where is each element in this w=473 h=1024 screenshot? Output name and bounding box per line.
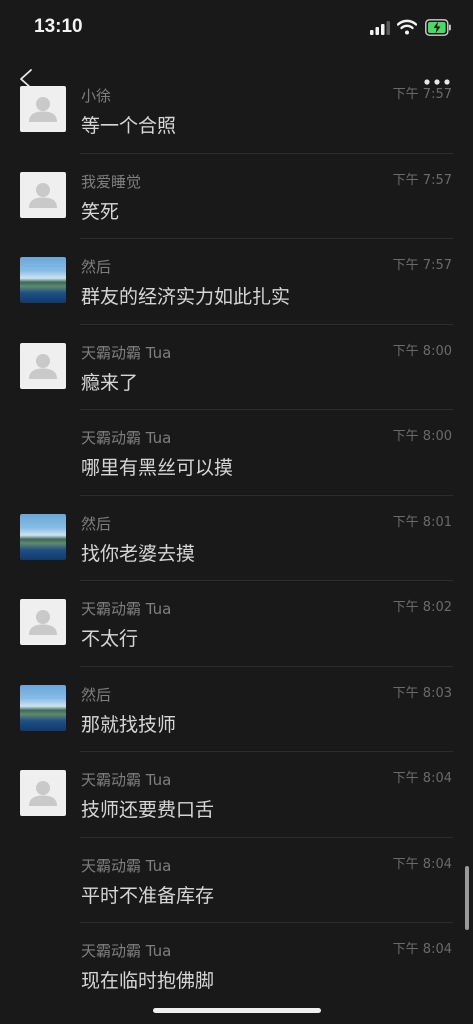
message-time: 下午 8:02 <box>392 600 452 615</box>
default-avatar-icon <box>29 781 57 806</box>
message-text: 不太行 <box>81 628 139 650</box>
message-time: 下午 8:03 <box>392 685 452 701</box>
message-item[interactable]: 然后 下午 8:01 找你老婆去摸 <box>0 494 473 581</box>
message-text: 笑死 <box>81 200 120 223</box>
message-text: 群友的经济实力如此扎实 <box>81 286 291 308</box>
message-item[interactable]: 天霸动霸 Tua 下午 8:00 哪里有黑丝可以摸 <box>0 409 473 495</box>
message-time: 下午 8:04 <box>392 856 452 872</box>
sender-name[interactable]: 天霸动霸 Tua <box>81 427 171 448</box>
message-item[interactable]: 然后 下午 7:57 群友的经济实力如此扎实 <box>0 238 473 324</box>
message-text: 哪里有黑丝可以摸 <box>81 457 234 479</box>
message-time: 下午 8:01 <box>392 514 452 530</box>
message-item[interactable]: 天霸动霸 Tua 下午 8:04 现在临时抱佛脚 <box>0 922 473 1008</box>
message-text: 现在临时抱佛脚 <box>81 970 215 992</box>
default-avatar-icon <box>29 353 57 379</box>
sender-name[interactable]: 然后 <box>81 684 111 705</box>
message-item[interactable]: 小徐 下午 7:57 等一个合照 <box>0 67 473 153</box>
avatar-photo[interactable] <box>20 684 66 731</box>
message-text: 等一个合照 <box>81 115 177 137</box>
scrollbar[interactable] <box>465 866 469 930</box>
avatar-photo[interactable] <box>20 257 66 303</box>
message-time: 下午 7:57 <box>392 258 452 273</box>
sender-name[interactable]: 天霸动霸 Tua <box>81 940 171 961</box>
avatar-default[interactable] <box>20 86 66 132</box>
sender-name[interactable]: 然后 <box>81 513 111 534</box>
sender-name[interactable]: 天霸动霸 Tua <box>81 769 171 790</box>
message-text: 平时不准备库存 <box>81 884 215 907</box>
cellular-signal-icon <box>370 21 390 35</box>
sender-name[interactable]: 小徐 <box>81 85 111 106</box>
message-text: 瘾来了 <box>81 371 139 394</box>
message-item[interactable]: 我爱睡觉 下午 7:57 笑死 <box>0 152 473 239</box>
status-bar: 13:10 <box>0 0 473 56</box>
message-item[interactable]: 然后 下午 8:03 那就找技师 <box>0 665 473 752</box>
avatar-default[interactable] <box>20 599 66 645</box>
avatar-default[interactable] <box>20 770 66 816</box>
message-item[interactable]: 天霸动霸 Tua 下午 8:00 瘾来了 <box>0 323 473 410</box>
chat-history-screen: 13:10 小徐 下午 7:57 等一个合照 我爱睡觉 下午 7:57 笑死 然后 下午 7:… <box>0 0 473 1024</box>
battery-charging-icon <box>425 19 451 36</box>
default-avatar-icon <box>29 610 57 635</box>
default-avatar-icon <box>29 182 57 208</box>
sender-name[interactable]: 我爱睡觉 <box>81 171 141 192</box>
sender-name[interactable]: 然后 <box>81 256 111 277</box>
message-time: 下午 8:00 <box>392 343 452 359</box>
message-item[interactable]: 天霸动霸 Tua 下午 8:04 平时不准备库存 <box>0 836 473 923</box>
message-text: 那就找技师 <box>81 713 177 736</box>
message-time: 下午 8:00 <box>392 429 452 444</box>
default-avatar-icon <box>29 97 57 122</box>
message-time: 下午 7:57 <box>392 172 452 188</box>
message-time: 下午 7:57 <box>392 87 452 102</box>
message-time: 下午 8:04 <box>392 942 452 957</box>
status-time: 13:10 <box>34 16 83 37</box>
message-text: 技师还要费口舌 <box>81 799 215 821</box>
sender-name[interactable]: 天霸动霸 Tua <box>81 855 171 876</box>
wifi-icon <box>397 19 417 35</box>
message-list[interactable]: 小徐 下午 7:57 等一个合照 我爱睡觉 下午 7:57 笑死 然后 下午 7:57 群友的经… <box>0 67 473 1008</box>
sender-name[interactable]: 天霸动霸 Tua <box>81 598 171 619</box>
message-item[interactable]: 天霸动霸 Tua 下午 8:02 不太行 <box>0 580 473 666</box>
avatar-photo[interactable] <box>20 513 66 560</box>
message-item[interactable]: 天霸动霸 Tua 下午 8:04 技师还要费口舌 <box>0 751 473 837</box>
message-text: 找你老婆去摸 <box>81 542 196 565</box>
message-time: 下午 8:04 <box>392 771 452 786</box>
avatar-default[interactable] <box>20 342 66 389</box>
avatar-default[interactable] <box>20 171 66 218</box>
sender-name[interactable]: 天霸动霸 Tua <box>81 342 171 363</box>
home-indicator[interactable] <box>153 1008 321 1013</box>
